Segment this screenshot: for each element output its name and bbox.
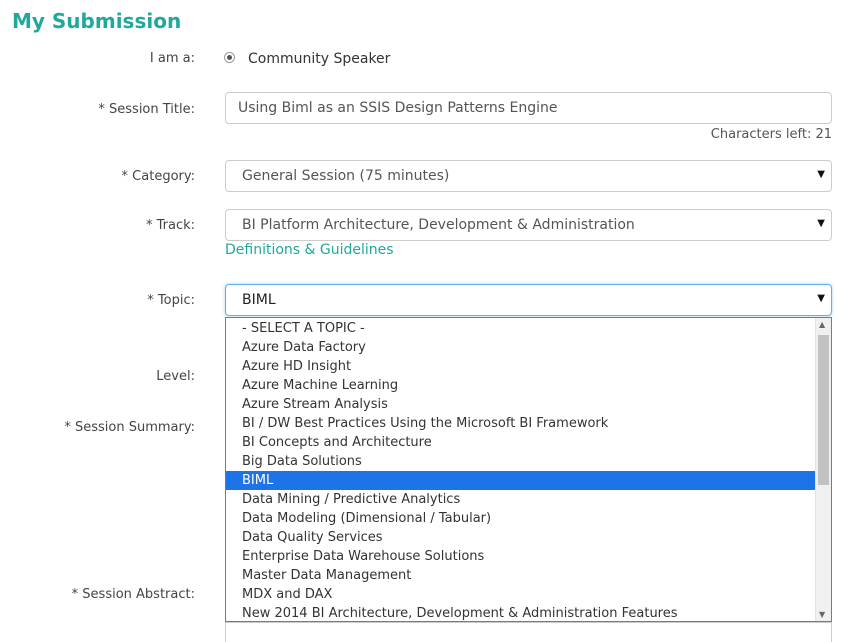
level-label: Level: [156,369,195,384]
category-value: General Session (75 minutes) [242,168,450,184]
caret-down-icon: ▼ [817,218,825,229]
topic-option[interactable]: - SELECT A TOPIC - [226,319,816,338]
page-title: My Submission [12,9,182,33]
session-abstract-label: * Session Abstract: [71,587,195,602]
caret-down-icon: ▼ [817,293,825,304]
dropdown-scrollbar[interactable]: ▲ ▼ [815,318,831,621]
session-abstract-input[interactable] [225,622,832,642]
topic-select[interactable]: BIML ▼ [225,284,832,316]
topic-option[interactable]: Azure HD Insight [226,357,816,376]
iam-option-label[interactable]: Community Speaker [248,51,390,67]
iam-label: I am a: [149,51,195,66]
track-label: * Track: [145,218,195,233]
topic-option[interactable]: Big Data Solutions [226,452,816,471]
topic-option[interactable]: Data Quality Services [226,528,816,547]
topic-option[interactable]: New 2014 BI Architecture, Development & … [226,604,816,621]
topic-option[interactable]: BI / DW Best Practices Using the Microso… [226,414,816,433]
scrollbar-thumb[interactable] [818,335,829,485]
topic-option[interactable]: Data Modeling (Dimensional / Tabular) [226,509,816,528]
topic-option[interactable]: MDX and DAX [226,585,816,604]
topic-option[interactable]: Azure Stream Analysis [226,395,816,414]
topic-option[interactable]: Azure Data Factory [226,338,816,357]
topic-option[interactable]: Enterprise Data Warehouse Solutions [226,547,816,566]
scroll-up-icon[interactable]: ▲ [819,320,825,329]
category-label: * Category: [121,169,195,184]
topic-option[interactable]: Master Data Management [226,566,816,585]
track-select[interactable]: BI Platform Architecture, Development & … [225,209,832,241]
topic-label: * Topic: [147,293,195,308]
definitions-guidelines-link[interactable]: Definitions & Guidelines [225,242,394,258]
topic-option[interactable]: BIML [226,471,816,490]
session-summary-label: * Session Summary: [64,420,195,435]
topic-option[interactable]: Azure Machine Learning [226,376,816,395]
session-title-label: * Session Title: [98,102,195,117]
session-title-value: Using Biml as an SSIS Design Patterns En… [238,100,558,116]
track-value: BI Platform Architecture, Development & … [242,217,635,233]
topic-value: BIML [242,292,276,308]
topic-dropdown-list[interactable]: - SELECT A TOPIC - Azure Data Factory Azur… [225,317,832,622]
scroll-down-icon[interactable]: ▼ [819,610,825,619]
characters-left: Characters left: 21 [710,127,832,142]
caret-down-icon: ▼ [817,169,825,180]
session-title-input[interactable]: Using Biml as an SSIS Design Patterns En… [225,92,832,124]
topic-option[interactable]: BI Concepts and Architecture [226,433,816,452]
category-select[interactable]: General Session (75 minutes) ▼ [225,160,832,192]
topic-option[interactable]: Data Mining / Predictive Analytics [226,490,816,509]
radio-selected-icon[interactable] [224,52,235,63]
